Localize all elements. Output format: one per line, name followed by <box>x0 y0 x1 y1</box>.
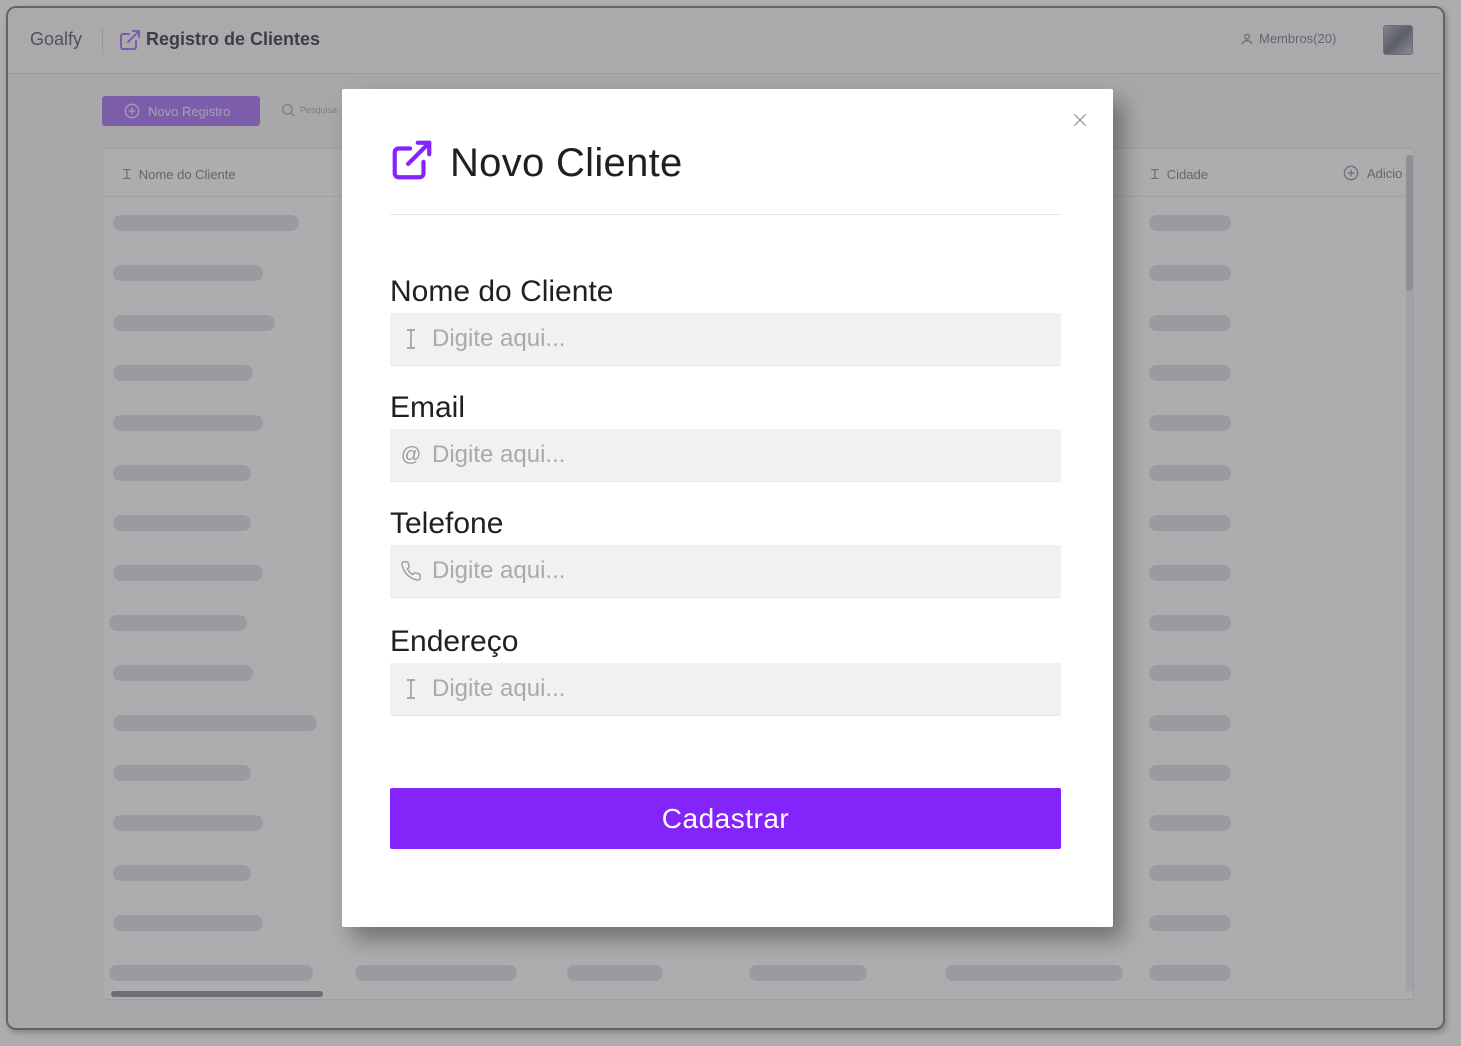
telefone-field[interactable] <box>390 545 1061 598</box>
text-cursor-icon <box>390 663 432 716</box>
title-divider <box>390 214 1061 215</box>
close-icon[interactable] <box>1071 111 1089 129</box>
text-cursor-icon <box>390 313 432 366</box>
endereco-field[interactable] <box>390 663 1061 716</box>
submit-button[interactable]: Cadastrar <box>390 788 1061 849</box>
endereco-input[interactable] <box>432 669 1032 709</box>
email-input[interactable] <box>432 435 1032 475</box>
field-label-telefone: Telefone <box>390 507 504 540</box>
email-field[interactable]: @ <box>390 429 1061 482</box>
telefone-input[interactable] <box>432 551 1032 591</box>
phone-icon <box>390 545 432 598</box>
field-label-email: Email <box>390 391 466 424</box>
new-client-modal: Novo Cliente Nome do Cliente Email @ Tel… <box>342 89 1113 927</box>
nome-field[interactable] <box>390 313 1061 366</box>
external-link-icon <box>392 140 432 180</box>
field-label-nome: Nome do Cliente <box>390 275 614 308</box>
field-label-endereco: Endereço <box>390 625 519 658</box>
modal-title: Novo Cliente <box>450 141 683 185</box>
at-icon: @ <box>400 443 422 466</box>
nome-input[interactable] <box>432 319 1032 359</box>
